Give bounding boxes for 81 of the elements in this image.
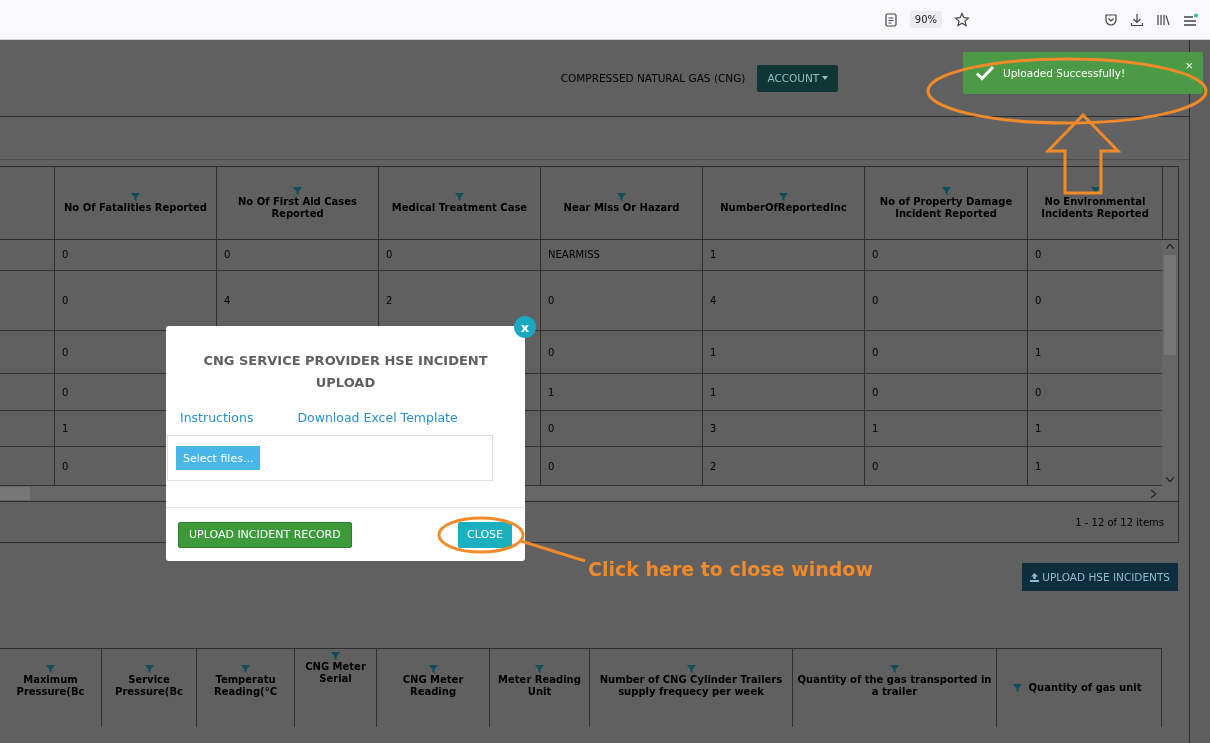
column-header[interactable]: Meter Reading Unit	[490, 674, 589, 698]
column-header[interactable]: Quantity of gas unit	[1024, 682, 1146, 694]
table-cell: 0	[548, 294, 555, 306]
close-button[interactable]: CLOSE	[458, 521, 512, 548]
table-cell: 0	[1035, 294, 1042, 306]
link[interactable]: Instructions	[180, 410, 254, 425]
upload-hse-incidents-button[interactable]: UPLOAD HSE INCIDENTS	[1022, 563, 1178, 591]
scroll-down-icon[interactable]	[1166, 477, 1174, 482]
table-cell: 0	[62, 460, 69, 472]
column-header[interactable]: Near Miss Or Hazard	[563, 201, 680, 214]
column-header[interactable]: Number of CNG Cylinder Trailers supply frequecy per week	[590, 674, 792, 698]
table-cell: 0	[872, 294, 879, 306]
table-cell: 0	[1035, 249, 1042, 261]
column-header[interactable]: No Environmental Incidents Reported	[1036, 195, 1154, 220]
table-cell: 4	[224, 294, 231, 306]
leader-line	[520, 540, 586, 562]
table-cell: 0	[62, 294, 69, 306]
vertical-scrollbar[interactable]	[1162, 240, 1178, 486]
table-cell: 1	[710, 386, 717, 398]
column-header[interactable]: Service Pressure(Bc	[102, 674, 196, 698]
column-header[interactable]: No of Property Damage Incident Reported	[873, 195, 1019, 220]
table-cell: 0	[872, 386, 879, 398]
table-cell: 3	[710, 423, 717, 435]
scroll-right-icon[interactable]	[1151, 489, 1156, 498]
table-cell: 1	[1035, 346, 1042, 358]
column-header[interactable]: Maximum Pressure(Bc	[0, 674, 101, 698]
dialog-title: CNG SERVICE PROVIDER HSE INCIDENT UPLOAD	[202, 352, 489, 392]
table-cell: 1	[62, 423, 69, 435]
table-cell: 0	[62, 386, 69, 398]
pager-info: 1 - 12 of 12 items	[1075, 516, 1164, 528]
scroll-up-icon[interactable]	[1166, 244, 1174, 249]
star-icon[interactable]	[954, 11, 970, 28]
column-header[interactable]: CNG Meter Reading	[377, 674, 489, 698]
table-cell: 1	[710, 346, 717, 358]
table-cell: 1	[548, 386, 555, 398]
column-header[interactable]: NumberOfReportedInc	[720, 201, 847, 214]
table-cell: 0	[62, 346, 69, 358]
menu-icon[interactable]	[1182, 12, 1198, 27]
table-cell: 0	[872, 460, 879, 472]
pocket-icon[interactable]	[1104, 12, 1118, 27]
column-header[interactable]: Quantity of the gas transported in a trailer	[793, 674, 996, 698]
check-icon	[975, 65, 995, 81]
table-cell: 0	[62, 249, 69, 261]
table-cell: 2	[386, 294, 393, 306]
column-header[interactable]: Temperatu Reading(°C	[197, 674, 294, 698]
upload-incident-record-button[interactable]: UPLOAD INCIDENT RECORD	[178, 521, 352, 548]
column-header[interactable]: No Of First Aid Cases Reported	[225, 195, 370, 220]
table-cell: 1	[1035, 423, 1042, 435]
table-cell: 0	[548, 460, 555, 472]
table-cell: 0	[548, 346, 555, 358]
caret-icon	[822, 76, 829, 80]
table-cell: 1	[1035, 460, 1042, 472]
scrollbar-thumb[interactable]	[0, 487, 30, 500]
table-cell: 1	[872, 423, 879, 435]
table-cell: 0	[872, 346, 879, 358]
download-icon[interactable]	[1130, 12, 1144, 27]
select-files-button[interactable]: Select files...	[176, 446, 261, 470]
upload-icon	[1030, 572, 1040, 582]
filter-icon[interactable]	[1090, 186, 1100, 195]
table-cell: 0	[224, 249, 231, 261]
library-icon[interactable]	[1156, 12, 1170, 27]
table-cell: NEARMISS	[548, 249, 600, 261]
column-header[interactable]: Medical Treatment Case	[391, 201, 528, 214]
file-upload-area[interactable]: Select files...	[167, 435, 493, 481]
reader-view-icon[interactable]	[883, 12, 898, 27]
toast-message: Uploaded Successfully!	[1003, 67, 1127, 79]
column-header[interactable]: No Of Fatalities Reported	[64, 201, 207, 214]
table-cell: 0	[1035, 386, 1042, 398]
table-cell: 4	[710, 294, 717, 306]
app-title: COMPRESSED NATURAL GAS (CNG)	[560, 72, 746, 84]
table-cell: 2	[710, 460, 717, 472]
annotation-text: Click here to close window	[588, 558, 873, 580]
column-header[interactable]: CNG Meter Serial	[295, 661, 376, 685]
table-cell: 1	[710, 249, 717, 261]
link[interactable]: Download Excel Template	[297, 410, 458, 425]
account-button[interactable]: ACCOUNT	[757, 64, 839, 92]
close-button[interactable]: ×	[1185, 58, 1193, 73]
zoom-level[interactable]: 90%	[909, 11, 942, 28]
table-cell: 0	[386, 249, 393, 261]
table-cell: 0	[872, 249, 879, 261]
table-cell: 0	[548, 423, 555, 435]
